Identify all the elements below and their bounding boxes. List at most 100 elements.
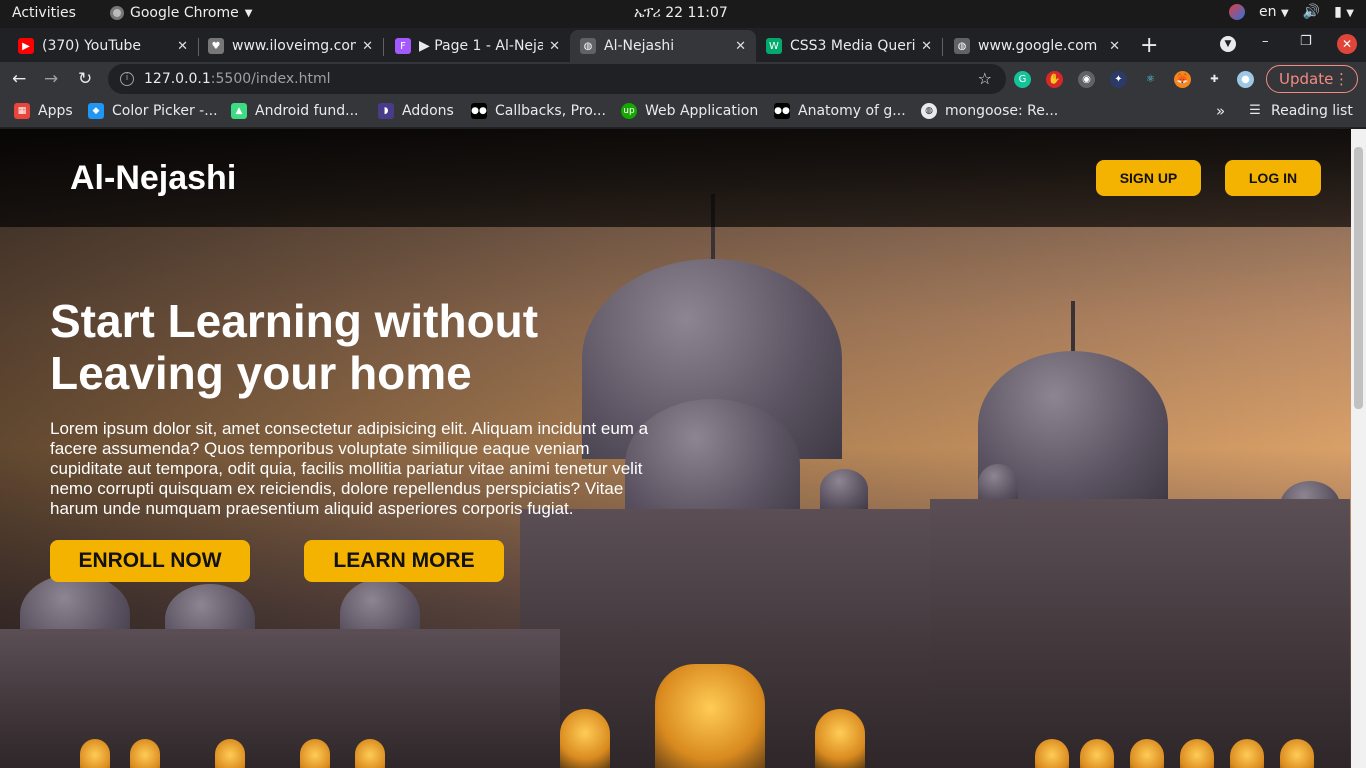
bookmark-label: Addons <box>402 103 454 119</box>
bookmark-label: Apps <box>38 103 73 119</box>
app-menu[interactable]: Google Chrome ▼ <box>110 5 252 21</box>
maximize-icon[interactable]: ❐ <box>1300 34 1312 49</box>
extensions-puzzle-icon[interactable]: ✚ <box>1206 71 1223 88</box>
back-icon[interactable]: ← <box>12 69 26 89</box>
bookmarks-bar: ▦ Apps ◆ Color Picker -... ▲ Android fun… <box>0 96 1366 128</box>
close-icon[interactable]: ✕ <box>921 39 932 54</box>
profile-avatar[interactable]: ● <box>1237 71 1254 88</box>
battery-icon[interactable]: ▮ ▼ <box>1334 4 1354 20</box>
activities-button[interactable]: Activities <box>12 5 76 21</box>
language-label: en <box>1259 4 1277 20</box>
url-host: 127.0.0.1 <box>144 71 211 87</box>
figma-icon: F <box>395 38 411 54</box>
tab-al-nejashi[interactable]: ◍ Al-Nejashi ✕ <box>570 30 756 62</box>
bookmark-addons[interactable]: ◗ Addons <box>378 103 454 119</box>
hero-headline: Start Learning without Leaving your home <box>50 295 539 399</box>
tab-strip: ▶ (370) YouTube ✕ ♥ www.iloveimg.com ✕ F… <box>0 28 1366 62</box>
learn-more-button[interactable]: LEARN MORE <box>304 540 504 582</box>
system-top-bar: Activities Google Chrome ▼ ኤፕሪ 22 11:07 … <box>0 0 1366 28</box>
bookmark-mongoose[interactable]: ◍ mongoose: Re... <box>921 103 1058 119</box>
android-icon: ▲ <box>231 103 247 119</box>
bookmark-label: Web Application <box>645 103 759 119</box>
globe-icon: ◍ <box>921 103 937 119</box>
more-bookmarks-icon[interactable]: » <box>1216 102 1225 120</box>
apps-grid-icon: ▦ <box>14 103 30 119</box>
bookmark-web-application[interactable]: up Web Application <box>621 103 758 119</box>
hero-description: Lorem ipsum dolor sit, amet consectetur … <box>50 419 649 518</box>
w3-icon: W <box>766 38 782 54</box>
medium-icon: ●● <box>471 103 487 119</box>
caret-down-icon: ▼ <box>244 7 253 19</box>
app-menu-label: Google Chrome <box>130 5 239 21</box>
bookmark-callbacks[interactable]: ●● Callbacks, Pro... <box>471 103 606 119</box>
tab-title: ▶ Page 1 - Al-Nejashi <box>419 38 544 54</box>
metamask-icon[interactable]: 🦊 <box>1174 71 1191 88</box>
profile-indicator-icon[interactable] <box>1229 4 1246 20</box>
caret-down-icon: ▼ <box>1281 8 1289 19</box>
tab-title: CSS3 Media Queries <box>790 38 916 54</box>
log-in-button[interactable]: LOG IN <box>1225 160 1321 196</box>
youtube-icon: ▶ <box>18 38 34 54</box>
language-indicator[interactable]: en ▼ <box>1259 4 1289 20</box>
close-icon[interactable]: ✕ <box>549 39 560 54</box>
tab-google[interactable]: ◍ www.google.com ✕ <box>944 30 1130 62</box>
addons-icon: ◗ <box>378 103 394 119</box>
tab-title: www.iloveimg.com <box>232 38 357 54</box>
medium-icon: ●● <box>774 103 790 119</box>
camera-icon[interactable]: ◉ <box>1078 71 1095 88</box>
site-info-icon[interactable]: i <box>120 72 134 86</box>
more-menu-icon[interactable]: ⋮ <box>1334 66 1349 92</box>
tab-css3-media[interactable]: W CSS3 Media Queries ✕ <box>756 30 942 62</box>
bookmark-color-picker[interactable]: ◆ Color Picker -... <box>88 103 218 119</box>
update-button[interactable]: Update ⋮ <box>1266 65 1358 93</box>
chrome-icon <box>110 6 124 20</box>
new-tab-button[interactable]: + <box>1140 33 1158 58</box>
site-logo[interactable]: Al-Nejashi <box>70 159 236 198</box>
tab-search-icon[interactable]: ▼ <box>1220 36 1236 52</box>
page-scrollbar[interactable] <box>1351 129 1366 768</box>
bookmark-label: Anatomy of g... <box>798 103 906 119</box>
enroll-now-button[interactable]: ENROLL NOW <box>50 540 250 582</box>
minimize-icon[interactable]: – <box>1262 34 1269 49</box>
tab-title: www.google.com <box>978 38 1098 54</box>
bookmark-label: Android fund... <box>255 103 359 119</box>
forward-icon[interactable]: → <box>44 69 58 89</box>
bookmark-star-icon[interactable]: ☆ <box>978 69 992 88</box>
react-devtools-icon[interactable]: ⚛ <box>1142 71 1159 88</box>
bookmark-apps[interactable]: ▦ Apps <box>14 103 73 119</box>
bookmark-android[interactable]: ▲ Android fund... <box>231 103 359 119</box>
tab-figma[interactable]: F ▶ Page 1 - Al-Nejashi ✕ <box>385 30 570 62</box>
url-path: :5500/index.html <box>210 71 331 87</box>
address-bar[interactable]: i 127.0.0.1 :5500/index.html ☆ <box>108 64 1006 94</box>
reading-list-icon: ☰ <box>1249 103 1261 118</box>
upwork-icon: up <box>621 103 637 119</box>
page-viewport: Al-Nejashi SIGN UP LOG IN Start Learning… <box>0 129 1351 768</box>
bookmark-anatomy[interactable]: ●● Anatomy of g... <box>774 103 906 119</box>
browser-toolbar: ← → ↻ i 127.0.0.1 :5500/index.html ☆ G ✋… <box>0 62 1366 96</box>
globe-icon: ◍ <box>580 38 596 54</box>
site-navbar: Al-Nejashi SIGN UP LOG IN <box>0 129 1351 227</box>
reading-list-button[interactable]: ☰ Reading list <box>1247 103 1353 119</box>
sign-up-button[interactable]: SIGN UP <box>1096 160 1201 196</box>
grammarly-icon[interactable]: G <box>1014 71 1031 88</box>
scrollbar-thumb[interactable] <box>1354 147 1363 409</box>
tab-title: Al-Nejashi <box>604 38 675 54</box>
update-label: Update <box>1279 70 1334 88</box>
reload-icon[interactable]: ↻ <box>78 69 92 89</box>
close-icon[interactable]: ✕ <box>362 39 373 54</box>
color-picker-icon: ◆ <box>88 103 104 119</box>
tab-iloveimg[interactable]: ♥ www.iloveimg.com ✕ <box>198 30 383 62</box>
extension-icon[interactable]: ✦ <box>1110 71 1127 88</box>
close-icon[interactable]: ✕ <box>1109 39 1120 54</box>
close-icon[interactable]: ✕ <box>735 39 746 54</box>
volume-icon[interactable]: 🔊 <box>1303 4 1320 20</box>
globe-icon: ◍ <box>954 38 970 54</box>
reading-list-label: Reading list <box>1271 103 1353 119</box>
bookmark-label: mongoose: Re... <box>945 103 1059 119</box>
close-icon[interactable]: ✕ <box>177 39 188 54</box>
window-close-icon[interactable]: ✕ <box>1337 34 1357 54</box>
clock[interactable]: ኤፕሪ 22 11:07 <box>634 5 728 21</box>
adblock-icon[interactable]: ✋ <box>1046 71 1063 88</box>
tab-title: (370) YouTube <box>42 38 142 54</box>
tab-youtube[interactable]: ▶ (370) YouTube ✕ <box>8 30 198 62</box>
